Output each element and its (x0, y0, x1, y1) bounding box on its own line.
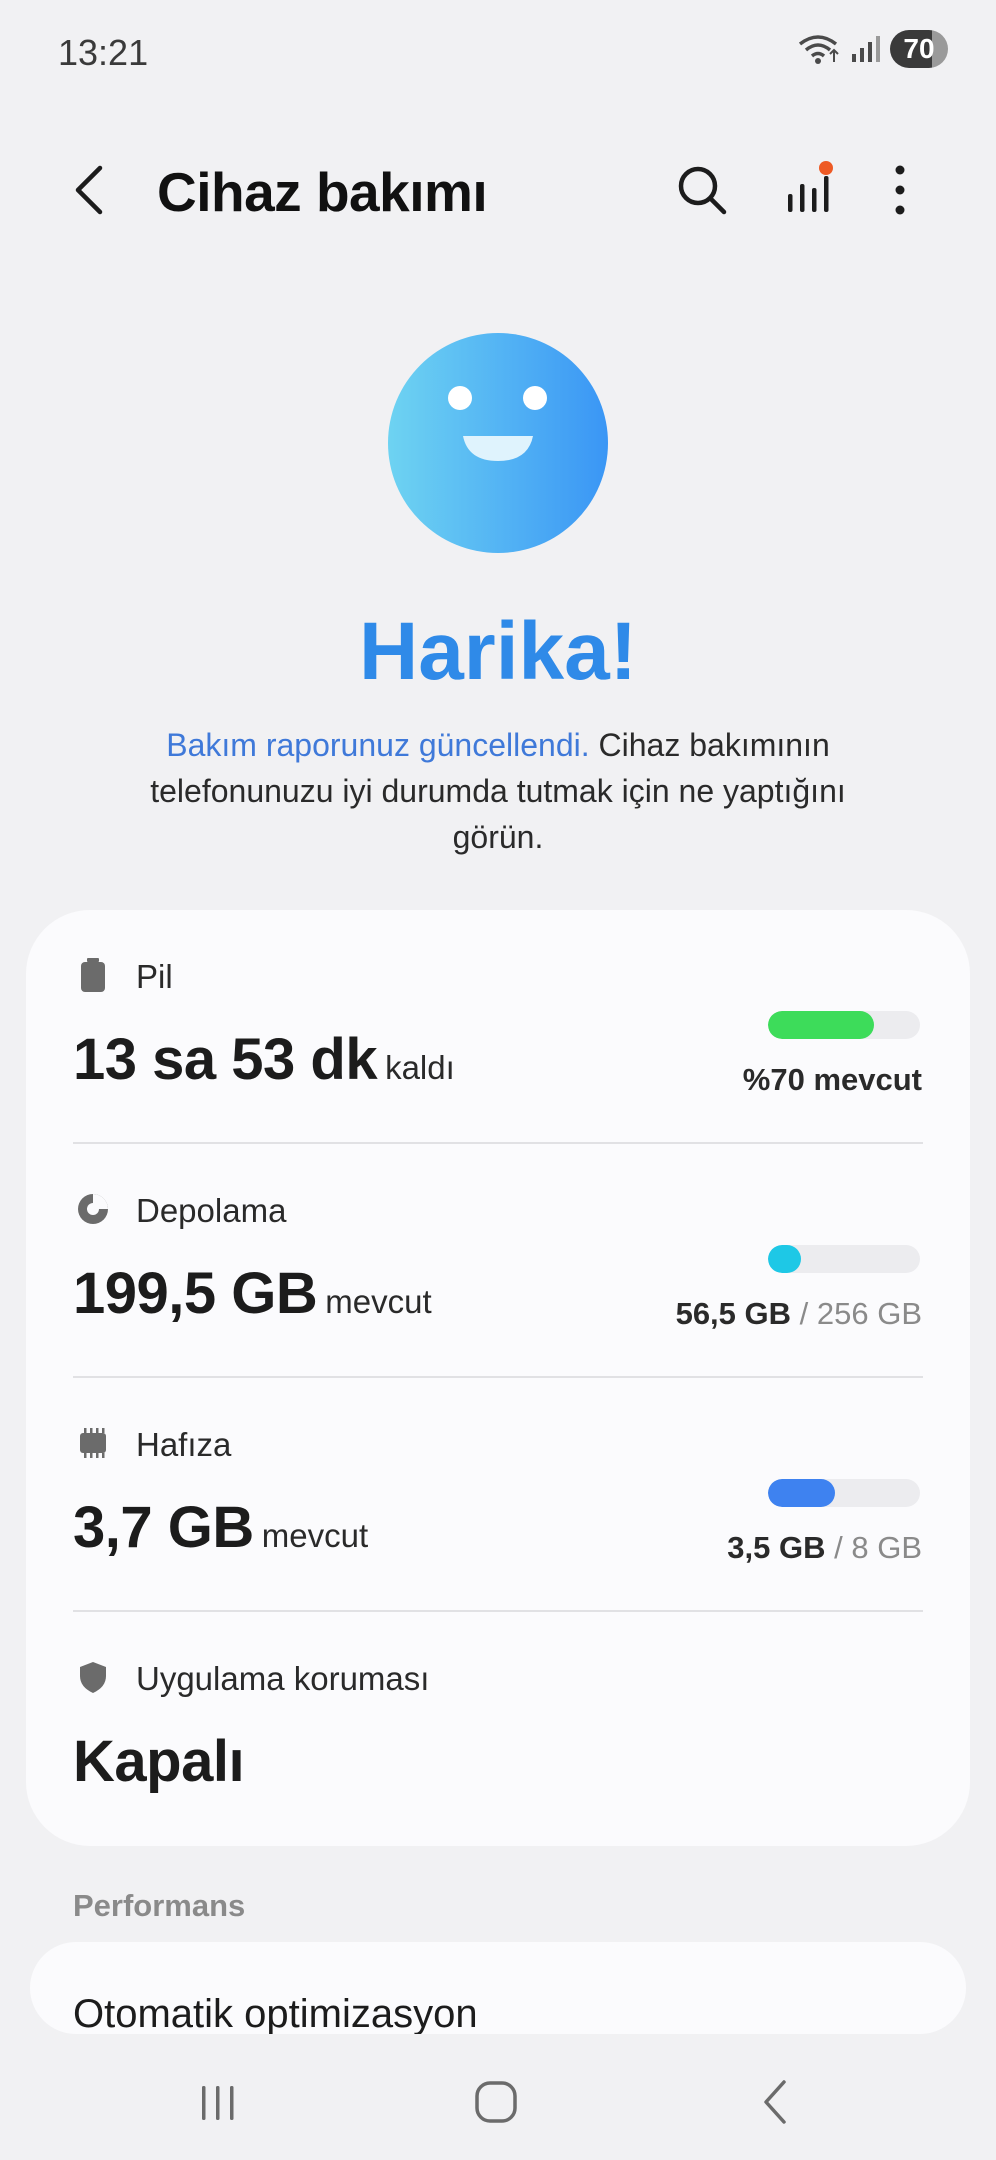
memory-total: / 8 GB (825, 1530, 922, 1565)
storage-free: 199,5 GB (73, 1261, 318, 1326)
memory-section[interactable]: Hafıza 3,7 GB mevcut 3,5 GB / 8 GB (26, 1378, 970, 1612)
app-protection-section[interactable]: Uygulama koruması Kapalı (26, 1612, 970, 1846)
battery-bar (768, 1011, 920, 1039)
home-icon[interactable] (456, 2072, 536, 2132)
battery-indicator: 70 (890, 30, 948, 68)
battery-available: %70 mevcut (743, 1062, 922, 1098)
memory-chip-icon (80, 1428, 106, 1458)
pie-chart-icon (78, 1194, 108, 1224)
bar-chart-icon[interactable] (778, 158, 838, 218)
app-protection-status: Kapalı (73, 1729, 245, 1794)
back-icon[interactable] (736, 2072, 816, 2132)
storage-used: 56,5 GB (675, 1296, 792, 1331)
battery-value: 13 sa 53 dk kaldı (73, 1026, 455, 1093)
memory-bar (768, 1479, 920, 1507)
battery-percent: %70 mevcut (742, 1062, 922, 1097)
app-protection-label: Uygulama koruması (136, 1660, 430, 1697)
status-face-icon (388, 333, 608, 553)
status-time: 13:21 (58, 32, 149, 73)
recents-icon[interactable] (178, 2072, 258, 2132)
storage-value: 199,5 GB mevcut (73, 1260, 432, 1327)
storage-label: Depolama (136, 1192, 287, 1229)
navigation-bar (0, 2048, 996, 2160)
storage-bar-fill (768, 1245, 802, 1273)
status-card: Pil 13 sa 53 dk kaldı %70 mevcut Depolama… (26, 910, 970, 1846)
care-report-link[interactable]: Bakım raporunuz güncellendi. (166, 727, 589, 763)
hero-title: Harika! (358, 606, 638, 697)
memory-used: 3,5 GB (727, 1530, 826, 1565)
auto-optimization-item[interactable]: Otomatik optimizasyon (73, 1992, 478, 2034)
app-header: Cihaz bakımı (0, 140, 996, 240)
signal-icon (852, 36, 880, 62)
storage-bar (768, 1245, 920, 1273)
battery-time: 13 sa 53 dk (73, 1027, 378, 1092)
battery-label: Pil (136, 958, 173, 995)
performance-heading: Performans (73, 1888, 246, 1923)
shield-icon (80, 1662, 106, 1693)
chevron-left-icon[interactable] (60, 158, 124, 222)
battery-section[interactable]: Pil 13 sa 53 dk kaldı %70 mevcut (26, 910, 970, 1144)
battery-icon (81, 958, 105, 992)
battery-bar-fill (768, 1011, 875, 1039)
performance-card[interactable]: Otomatik optimizasyon (30, 1942, 966, 2034)
battery-suffix: kaldı (385, 1049, 455, 1086)
status-icons: 70 (796, 30, 948, 68)
wifi-icon (798, 35, 839, 64)
page-title: Cihaz bakımı (157, 161, 488, 223)
more-vertical-icon[interactable] (880, 160, 920, 220)
app-protection-value: Kapalı (73, 1728, 245, 1795)
search-icon[interactable] (672, 160, 732, 220)
storage-suffix: mevcut (325, 1283, 432, 1320)
memory-usage: 3,5 GB / 8 GB (727, 1530, 922, 1566)
hero-description: Bakım raporunuz güncellendi. Cihaz bakım… (110, 722, 886, 860)
memory-suffix: mevcut (261, 1517, 369, 1554)
status-bar: 13:21 70 (0, 0, 996, 104)
memory-free: 3,7 GB (73, 1495, 254, 1560)
storage-usage: 56,5 GB / 256 GB (676, 1296, 922, 1332)
memory-bar-fill (768, 1479, 835, 1507)
memory-label: Hafıza (136, 1426, 232, 1463)
storage-section[interactable]: Depolama 199,5 GB mevcut 56,5 GB / 256 GB (26, 1144, 970, 1378)
memory-value: 3,7 GB mevcut (73, 1494, 368, 1561)
storage-total: / 256 GB (791, 1296, 922, 1331)
